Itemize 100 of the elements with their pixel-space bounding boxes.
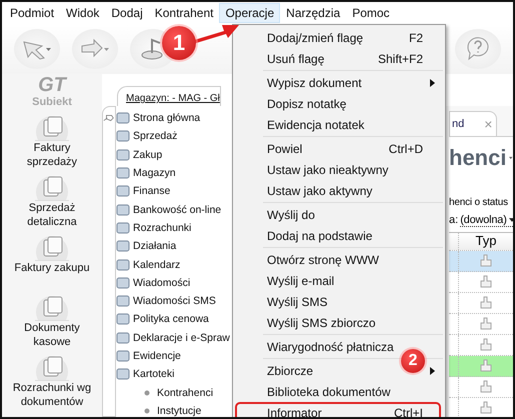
tree-item[interactable]: Kartoteki xyxy=(116,365,234,384)
menu-bar-item[interactable]: Podmiot xyxy=(4,3,60,23)
right-arrow-icon xyxy=(80,38,110,60)
tree-item[interactable]: Wiadomości SMS xyxy=(116,292,234,310)
table-row[interactable] xyxy=(449,335,513,356)
square-icon xyxy=(116,129,131,144)
square-icon xyxy=(116,276,131,290)
tree-item[interactable]: Polityka cenowa xyxy=(116,310,234,329)
shortcut-text: Ctrl+D xyxy=(388,142,423,156)
table-row[interactable] xyxy=(449,356,513,377)
table-row[interactable] xyxy=(449,377,513,398)
sidebar-item[interactable]: Faktury sprzedaży xyxy=(3,112,101,172)
menu-item[interactable]: Dodaj/zmień flagę xyxy=(267,30,364,44)
hand-icon xyxy=(479,380,493,394)
menu-item[interactable]: Wyślij e-mail xyxy=(267,274,334,288)
menu-bar-item[interactable]: Widok xyxy=(60,3,106,23)
hand-icon xyxy=(479,401,493,415)
bullet-icon xyxy=(144,408,150,414)
caret-icon xyxy=(508,218,513,222)
sidebar-item[interactable]: Rozrachunki wg dokumentów xyxy=(3,352,101,412)
menu-item[interactable]: Dodaj na podstawie xyxy=(267,228,372,242)
filter-dropdown[interactable]: (dowolna) xyxy=(460,214,513,227)
menu-item[interactable]: Usuń flagę xyxy=(267,52,324,66)
tree-item[interactable]: Finanse xyxy=(116,182,234,200)
tree-item[interactable]: Kontrahenci xyxy=(116,383,234,402)
sidebar-item[interactable]: Dokumenty kasowe xyxy=(3,292,101,352)
menu-bar-item[interactable]: Kontrahent xyxy=(148,3,220,23)
caret-icon xyxy=(509,155,513,161)
menu-item[interactable]: Zbiorcze xyxy=(267,364,314,378)
hand-icon xyxy=(479,317,493,331)
square-icon xyxy=(116,220,131,235)
square-icon xyxy=(116,367,131,382)
tree-item[interactable]: Sprzedaż xyxy=(116,127,234,146)
hand-icon xyxy=(479,254,493,268)
menu-item[interactable]: Wyślij do xyxy=(267,208,315,222)
logo-mark: GT xyxy=(38,74,66,96)
tree-item[interactable]: Deklaracje i e-Spraw xyxy=(116,328,234,347)
help-button[interactable] xyxy=(455,29,501,69)
menu-item[interactable]: Ewidencja notatek xyxy=(267,118,364,132)
menu-bar-item[interactable]: Operacje xyxy=(219,3,280,23)
square-icon xyxy=(116,349,131,363)
square-icon xyxy=(116,184,131,198)
description-text: henci o status xyxy=(449,197,509,208)
menu-item[interactable]: Ustaw jako aktywny xyxy=(267,184,372,198)
menu-item[interactable]: Wyślij SMS zbiorczo xyxy=(267,316,376,330)
square-icon xyxy=(116,166,131,180)
tree-item[interactable]: Ewidencje xyxy=(116,346,234,366)
document-stack-icon xyxy=(35,114,69,141)
document-stack-icon xyxy=(35,294,69,321)
menu-item[interactable]: Dopisz notatkę xyxy=(267,96,346,110)
menu-bar-item[interactable]: Dodaj xyxy=(105,3,149,23)
hand-icon xyxy=(479,338,493,352)
arrow-left-button[interactable] xyxy=(14,29,60,69)
tree-item[interactable]: Działania xyxy=(116,237,234,256)
shortcut-text: F2 xyxy=(408,30,423,44)
menu-item[interactable]: Wypisz dokument xyxy=(267,76,362,90)
tree-item[interactable]: Wiadomości xyxy=(116,274,234,292)
menu-item[interactable]: Ustaw jako nieaktywny xyxy=(267,162,388,176)
hand-icon xyxy=(479,359,493,373)
square-icon xyxy=(116,330,131,345)
menu-bar-item[interactable]: Narzędzia xyxy=(280,3,346,23)
square-icon xyxy=(116,312,131,326)
menu-item[interactable]: Wiarygodność płatnicza xyxy=(267,340,394,354)
table-row[interactable] xyxy=(449,251,513,272)
table-row[interactable] xyxy=(449,314,513,335)
menu-item[interactable]: Powiel xyxy=(267,142,302,156)
document-stack-icon xyxy=(35,174,69,201)
tree-item[interactable]: Strona główna xyxy=(116,109,234,128)
address-link[interactable]: Magazyn: - MAG - Gł xyxy=(117,86,221,106)
filter-label: a: xyxy=(449,214,458,227)
menu-item[interactable]: Informator Ctrl+I xyxy=(235,402,441,417)
logo-name: Subiekt xyxy=(32,96,72,108)
sidebar-item[interactable]: Sprzedaż detaliczna xyxy=(3,172,101,232)
tree-item[interactable]: Bankowość on-line xyxy=(116,200,234,219)
document-tab[interactable]: nd × xyxy=(449,111,498,136)
sidebar-item[interactable]: Faktury zakupu xyxy=(3,232,101,292)
shortcut-text: Shift+F2 xyxy=(378,52,423,66)
page-heading[interactable]: henci xyxy=(449,137,513,171)
menu-item[interactable]: Otwórz stronę WWW xyxy=(267,252,380,266)
tree-item[interactable]: Magazyn xyxy=(116,164,234,182)
square-icon xyxy=(116,294,131,308)
square-icon xyxy=(116,111,131,126)
hand-icon xyxy=(479,275,493,289)
tree-item[interactable]: Zakup xyxy=(116,146,234,164)
hand-icon xyxy=(479,296,493,310)
table-row[interactable] xyxy=(449,272,513,293)
arrow-right-button[interactable] xyxy=(72,29,118,69)
table-row[interactable] xyxy=(449,293,513,314)
square-icon xyxy=(116,258,131,272)
tree-item[interactable]: Instytucje xyxy=(116,402,234,417)
menu-item[interactable]: Wyślij SMS xyxy=(267,294,328,308)
document-stack-icon xyxy=(35,234,69,261)
menu-bar-item[interactable]: Pomoc xyxy=(346,3,396,23)
square-icon xyxy=(116,202,131,217)
square-icon xyxy=(116,148,131,162)
tree-item[interactable]: Kalendarz xyxy=(116,255,234,274)
square-icon xyxy=(116,239,131,254)
tree-item[interactable]: Rozrachunki xyxy=(116,218,234,238)
menu-item[interactable]: Biblioteka dokumentów xyxy=(267,384,390,398)
document-stack-icon xyxy=(35,354,69,381)
